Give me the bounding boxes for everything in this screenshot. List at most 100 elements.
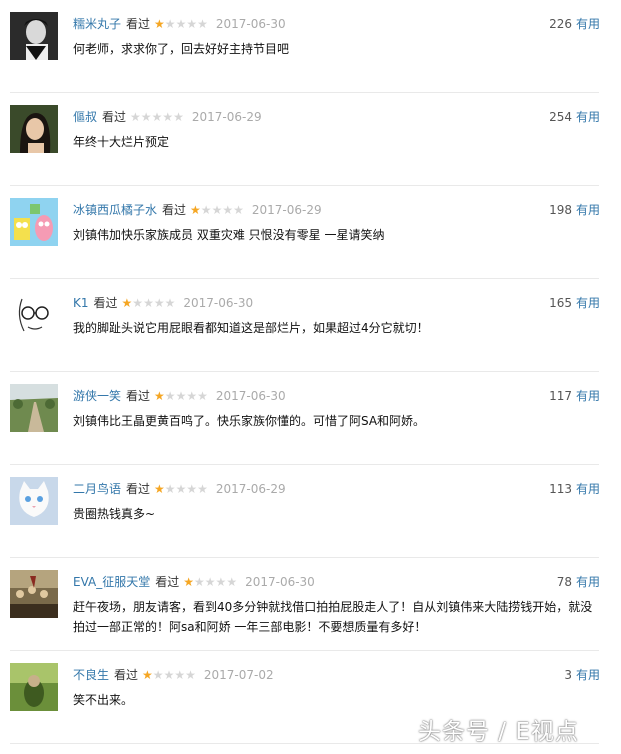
watched-label: 看过	[126, 17, 151, 31]
username-link[interactable]: 游侠一笑	[73, 389, 121, 403]
review-comment: 赶午夜场，朋友请客，看到40多分钟就找借口拍拍屁股走人了！自从刘镇伟来大陆捞钱开…	[73, 600, 593, 634]
useful-count: 3	[564, 668, 572, 682]
review-date: 2017-06-30	[183, 296, 254, 310]
watched-label: 看过	[93, 296, 118, 310]
review-date: 2017-07-02	[203, 668, 274, 682]
star-empty-icon: ★	[164, 482, 176, 496]
star-empty-icon: ★	[163, 668, 175, 682]
useful-count: 254	[549, 110, 572, 124]
portrait-woman-icon	[10, 105, 58, 153]
watched-label: 看过	[126, 389, 151, 403]
username-link[interactable]: 傴叔	[73, 110, 97, 124]
review-comment: 刘镇伟加快乐家族成员 双重灾难 只恨没有零星 一星请笑纳	[73, 228, 385, 242]
useful-button[interactable]: 有用	[576, 296, 600, 310]
review-meta: EVA_征服天堂 看过 ★★★★★ 2017-06-30	[73, 573, 315, 591]
review-date: 2017-06-29	[191, 110, 262, 124]
review-item: 糯米丸子 看过 ★★★★★ 2017-06-30 226 有用 何老师，求求你了，回去好…	[0, 0, 621, 93]
useful-count: 198	[549, 203, 572, 217]
avatar[interactable]	[10, 384, 58, 432]
username-link[interactable]: 糯米丸子	[73, 17, 121, 31]
useful-vote: 165 有用	[549, 294, 600, 312]
rating-stars: ★★★★★	[190, 201, 244, 219]
star-empty-icon: ★	[211, 203, 223, 217]
avatar[interactable]	[10, 291, 58, 339]
star-empty-icon: ★	[130, 110, 141, 124]
review-meta: 糯米丸子 看过 ★★★★★ 2017-06-30	[73, 15, 286, 33]
star-empty-icon: ★	[197, 389, 208, 403]
useful-count: 113	[549, 482, 572, 496]
watched-label: 看过	[162, 203, 187, 217]
star-empty-icon: ★	[175, 389, 187, 403]
useful-vote: 113 有用	[549, 480, 600, 498]
username-link[interactable]: 不良生	[73, 668, 109, 682]
rating-stars: ★★★★★	[130, 108, 184, 126]
star-empty-icon: ★	[164, 17, 176, 31]
star-empty-icon: ★	[175, 17, 187, 31]
star-empty-icon: ★	[186, 482, 198, 496]
review-comment: 何老师，求求你了，回去好好主持节目吧	[73, 42, 290, 56]
painting-crowd-icon	[10, 570, 58, 618]
star-empty-icon: ★	[173, 110, 184, 124]
review-date: 2017-06-30	[245, 575, 315, 589]
username-link[interactable]: 二月鸟语	[73, 482, 121, 496]
star-empty-icon: ★	[151, 110, 163, 124]
review-meta: 二月鸟语 看过 ★★★★★ 2017-06-29	[73, 480, 286, 498]
rating-stars: ★★★★★	[154, 480, 208, 498]
rating-stars: ★★★★★	[122, 294, 176, 312]
review-comment: 贵圈热钱真多~	[73, 507, 156, 521]
star-filled-icon: ★	[154, 389, 165, 403]
cartoon-sponge-icon	[10, 198, 58, 246]
useful-button[interactable]: 有用	[576, 575, 600, 589]
watched-label: 看过	[155, 575, 180, 589]
review-date: 2017-06-29	[251, 203, 322, 217]
star-empty-icon: ★	[174, 668, 186, 682]
star-empty-icon: ★	[204, 575, 216, 589]
review-item: 冰镇西瓜橘子水 看过 ★★★★★ 2017-06-29 198 有用 刘镇伟加快乐家族成…	[0, 186, 621, 279]
useful-button[interactable]: 有用	[576, 17, 600, 31]
star-empty-icon: ★	[194, 575, 205, 589]
review-item: 二月鸟语 看过 ★★★★★ 2017-06-29 113 有用 贵圈热钱真多~	[0, 465, 621, 558]
username-link[interactable]: EVA_征服天堂	[73, 575, 150, 589]
useful-button[interactable]: 有用	[576, 389, 600, 403]
useful-count: 165	[549, 296, 572, 310]
review-list: 糯米丸子 看过 ★★★★★ 2017-06-30 226 有用 何老师，求求你了，回去好…	[0, 0, 621, 744]
star-empty-icon: ★	[152, 668, 164, 682]
review-date: 2017-06-29	[215, 482, 286, 496]
watched-label: 看过	[102, 110, 127, 124]
star-empty-icon: ★	[233, 203, 244, 217]
watched-label: 看过	[126, 482, 151, 496]
portrait-man-bw-icon	[10, 12, 58, 60]
watched-label: 看过	[114, 668, 139, 682]
green-figure-icon	[10, 663, 58, 711]
useful-button[interactable]: 有用	[576, 668, 600, 682]
avatar[interactable]	[10, 105, 58, 153]
star-empty-icon: ★	[185, 668, 196, 682]
review-meta: 游侠一笑 看过 ★★★★★ 2017-06-30	[73, 387, 286, 405]
star-empty-icon: ★	[140, 110, 152, 124]
star-empty-icon: ★	[186, 389, 198, 403]
useful-button[interactable]: 有用	[576, 110, 600, 124]
avatar[interactable]	[10, 570, 58, 618]
useful-vote: 3 有用	[564, 666, 600, 684]
avatar[interactable]	[10, 663, 58, 711]
avatar[interactable]	[10, 198, 58, 246]
avatar[interactable]	[10, 12, 58, 60]
white-cat-icon	[10, 477, 58, 525]
review-comment: 我的脚趾头说它用屁眼看都知道这是部烂片，如果超过4分它就切！	[73, 321, 429, 335]
star-empty-icon: ★	[197, 482, 208, 496]
sketch-face-glasses-icon	[10, 291, 58, 339]
star-empty-icon: ★	[215, 575, 227, 589]
star-filled-icon: ★	[190, 203, 201, 217]
star-empty-icon: ★	[164, 296, 176, 310]
username-link[interactable]: K1	[73, 296, 89, 310]
useful-vote: 226 有用	[549, 15, 600, 33]
useful-vote: 254 有用	[549, 108, 600, 126]
review-date: 2017-06-30	[215, 17, 286, 31]
review-comment: 刘镇伟比王晶更黄百鸣了。快乐家族你懂的。可惜了阿SA和阿娇。	[73, 414, 426, 428]
username-link[interactable]: 冰镇西瓜橘子水	[73, 203, 157, 217]
useful-button[interactable]: 有用	[576, 203, 600, 217]
useful-button[interactable]: 有用	[576, 482, 600, 496]
review-comment: 笑不出来。	[73, 693, 134, 707]
useful-vote: 78 有用	[557, 573, 600, 591]
avatar[interactable]	[10, 477, 58, 525]
